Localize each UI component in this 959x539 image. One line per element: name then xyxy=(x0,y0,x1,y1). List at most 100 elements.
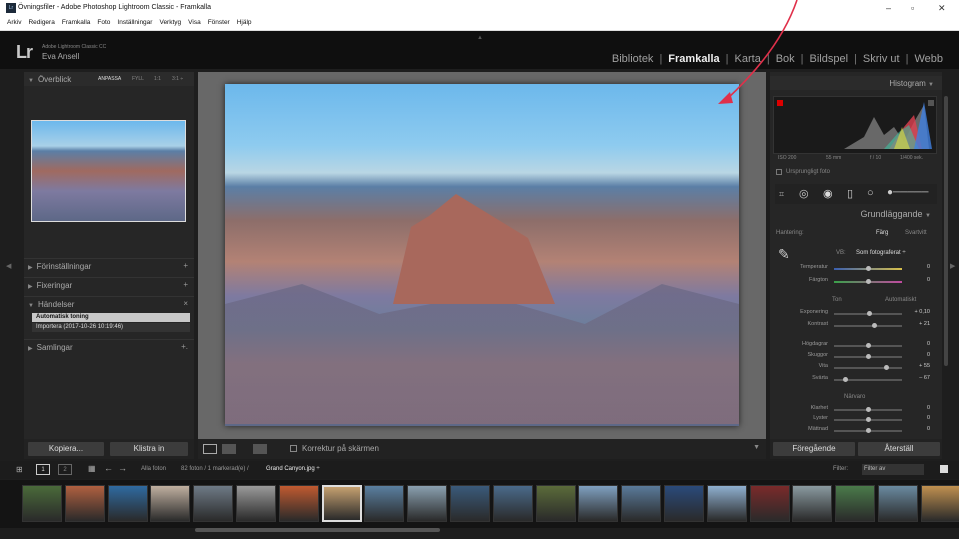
filmstrip-thumbnail[interactable] xyxy=(621,485,662,522)
before-after-icon[interactable] xyxy=(222,444,236,454)
module-karta[interactable]: Karta xyxy=(729,53,767,65)
filmstrip-thumbnail[interactable] xyxy=(835,485,876,522)
reset-button[interactable]: Återställ xyxy=(858,442,940,456)
spot-removal-icon[interactable]: ◎ xyxy=(799,187,809,200)
graduated-filter-icon[interactable]: ▯ xyxy=(847,187,853,200)
filmstrip-thumbnail[interactable] xyxy=(22,485,62,522)
white-balance-picker-icon[interactable]: ✎ xyxy=(778,246,790,263)
filmstrip-thumbnail[interactable] xyxy=(321,485,362,522)
slider-thumb[interactable] xyxy=(865,428,871,433)
slider-value[interactable]: + 55 xyxy=(910,363,930,369)
filmstrip-thumbnail[interactable] xyxy=(878,485,918,522)
main-photo[interactable] xyxy=(225,84,739,426)
minimize-button[interactable]: – xyxy=(886,3,891,13)
grid-view-icon[interactable]: ▦ xyxy=(88,464,96,473)
loupe-view-icon[interactable] xyxy=(203,444,217,454)
filmstrip-thumbnail[interactable] xyxy=(64,485,105,522)
menu-framkalla[interactable]: Framkalla xyxy=(62,19,91,26)
slider-thumb[interactable] xyxy=(865,279,871,284)
presets-header[interactable]: ▶ Förinställningar + xyxy=(24,258,194,272)
slider-track[interactable] xyxy=(834,279,902,284)
slider-thumb[interactable] xyxy=(866,311,872,316)
slider-track[interactable] xyxy=(834,407,902,412)
slider-value[interactable]: 0 xyxy=(910,277,930,283)
page-1-button[interactable]: 1 xyxy=(36,464,50,475)
slider-value[interactable]: 0 xyxy=(910,264,930,270)
zoom-fit[interactable]: ANPASSA xyxy=(98,76,121,82)
history-item-selected[interactable]: Automatisk toning xyxy=(32,313,190,322)
filmstrip-thumbnail[interactable] xyxy=(150,485,191,522)
filmstrip-thumbnail[interactable] xyxy=(706,485,747,522)
collections-header[interactable]: ▶ Samlingar +. xyxy=(24,339,194,353)
secondary-display-icon[interactable]: ⊞ xyxy=(16,465,23,474)
filmstrip-thumbnail[interactable] xyxy=(193,485,234,522)
treatment-bw[interactable]: Svartvitt xyxy=(905,230,927,236)
add-snapshot-icon[interactable]: + xyxy=(183,280,188,289)
right-panel-toggle-icon[interactable]: ▶ xyxy=(950,262,955,270)
filmstrip-thumbnail[interactable] xyxy=(236,485,276,522)
filmstrip-thumbnail[interactable] xyxy=(278,485,319,522)
module-bildspel[interactable]: Bildspel xyxy=(804,53,855,65)
slider-value[interactable]: 0 xyxy=(910,426,930,432)
clear-history-icon[interactable]: × xyxy=(183,299,188,308)
slider-thumb[interactable] xyxy=(865,417,871,422)
auto-tone-button[interactable]: Automatiskt xyxy=(885,297,916,303)
maximize-button[interactable]: ▫ xyxy=(911,3,914,13)
module-bibliotek[interactable]: Bibliotek xyxy=(606,53,660,65)
copy-button[interactable]: Kopiera... xyxy=(28,442,104,456)
navigator-header[interactable]: ▼ Överblick ANPASSA FYLL 1:1 3:1 ÷ xyxy=(24,72,194,86)
crop-tool-icon[interactable]: ⌗ xyxy=(779,189,784,200)
filmstrip-thumbnail[interactable] xyxy=(792,485,833,522)
filmstrip-scrollbar[interactable] xyxy=(195,528,440,532)
menu-arkiv[interactable]: Arkiv xyxy=(7,19,21,26)
slider-track[interactable] xyxy=(834,354,902,359)
back-arrow-icon[interactable]: ← xyxy=(104,463,113,473)
right-panel-scrollbar[interactable] xyxy=(944,96,948,366)
slider-value[interactable]: 0 xyxy=(910,405,930,411)
module-framkalla[interactable]: Framkalla xyxy=(662,53,725,65)
paste-button[interactable]: Klistra in xyxy=(110,442,188,456)
menu-verktyg[interactable]: Verktyg xyxy=(159,19,181,26)
slider-value[interactable]: + 21 xyxy=(910,321,930,327)
softproof-checkbox[interactable] xyxy=(290,445,297,452)
filmstrip-thumbnail[interactable] xyxy=(749,485,790,522)
slider-track[interactable] xyxy=(834,365,902,370)
adjustment-brush-icon[interactable]: ●───── xyxy=(887,187,928,198)
add-collection-icon[interactable]: +. xyxy=(181,342,188,351)
original-photo-checkbox[interactable] xyxy=(776,169,782,175)
basic-header[interactable]: Grundläggande ▼ xyxy=(773,209,939,222)
filmstrip-thumbnail[interactable] xyxy=(364,485,405,522)
slider-value[interactable]: + 0,10 xyxy=(910,309,930,315)
history-header[interactable]: ▼ Händelser × xyxy=(24,296,194,310)
menu-installningar[interactable]: Inställningar xyxy=(117,19,152,26)
slider-thumb[interactable] xyxy=(865,407,871,412)
filter-lock-icon[interactable] xyxy=(940,465,948,473)
filmstrip-thumbnail[interactable] xyxy=(450,485,490,522)
add-preset-icon[interactable]: + xyxy=(183,261,188,270)
forward-arrow-icon[interactable]: → xyxy=(118,463,127,473)
slider-value[interactable]: 0 xyxy=(910,341,930,347)
filmstrip-thumbnail[interactable] xyxy=(664,485,704,522)
menu-hjalp[interactable]: Hjälp xyxy=(237,19,252,26)
history-item[interactable]: Importera (2017-10-26 10:19:46) xyxy=(32,323,190,332)
radial-filter-icon[interactable]: ○ xyxy=(867,187,874,199)
before-after-split-icon[interactable] xyxy=(253,444,267,454)
module-bok[interactable]: Bok xyxy=(770,53,801,65)
zoom-fill[interactable]: FYLL xyxy=(132,76,144,82)
menu-fonster[interactable]: Fönster xyxy=(208,19,230,26)
toolbar-menu-icon[interactable]: ▼ xyxy=(753,444,760,451)
file-name[interactable]: Grand Canyon.jpg ÷ xyxy=(266,466,320,472)
module-webb[interactable]: Webb xyxy=(908,53,949,65)
slider-track[interactable] xyxy=(834,343,902,348)
filmstrip-thumbnail[interactable] xyxy=(492,485,533,522)
histogram-header[interactable]: Histogram ▼ xyxy=(770,76,942,90)
filter-select[interactable]: Filter av xyxy=(862,464,924,475)
filmstrip-thumbnail[interactable] xyxy=(578,485,619,522)
left-panel-toggle-icon[interactable]: ◀ xyxy=(6,262,11,270)
zoom-3-1[interactable]: 3:1 ÷ xyxy=(172,76,183,82)
previous-button[interactable]: Föregående xyxy=(773,442,855,456)
wb-select[interactable]: Som fotograferat ÷ xyxy=(856,250,906,256)
filmstrip-thumbnail[interactable] xyxy=(920,485,959,522)
source-label[interactable]: Alla foton xyxy=(141,466,166,472)
slider-value[interactable]: 0 xyxy=(910,415,930,421)
